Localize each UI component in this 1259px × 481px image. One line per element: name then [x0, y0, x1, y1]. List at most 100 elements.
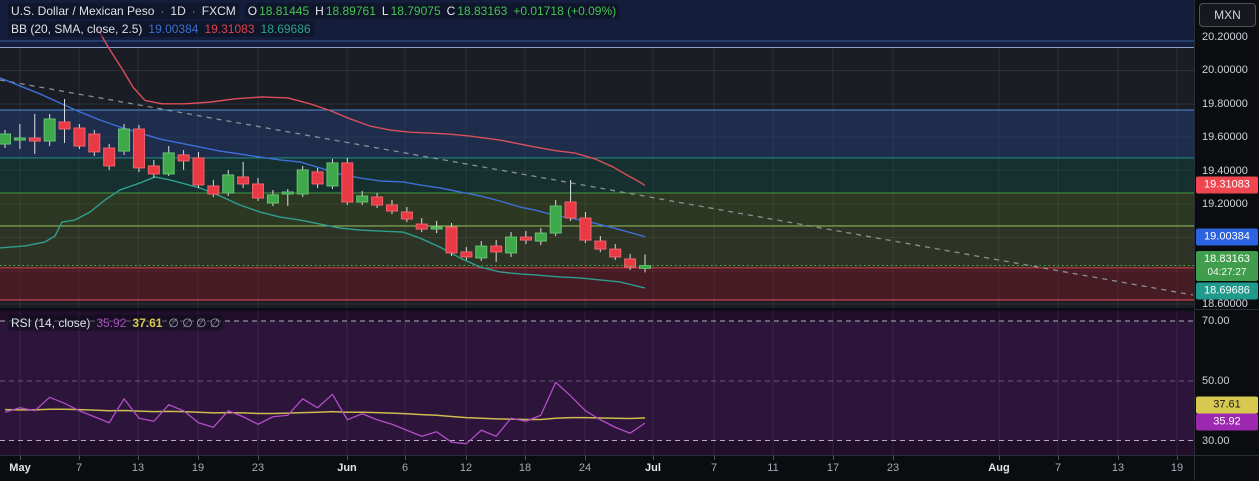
bb-indicator-title[interactable]: BB (20, SMA, close, 2.5)	[11, 22, 142, 36]
time-axis-label: May	[9, 462, 31, 474]
time-axis[interactable]: May 7 13 19 23 Jun 6 12 18 24 Jul 7 11 17 23 Aug 7 13 19	[0, 455, 1194, 481]
time-axis-label: Jul	[645, 462, 661, 474]
candle	[237, 176, 250, 185]
time-axis-tick	[714, 456, 715, 460]
candle	[296, 169, 309, 195]
axis-separator	[1195, 455, 1259, 456]
candle	[192, 157, 205, 186]
rsi-axis-label: 50.00	[1202, 374, 1230, 387]
price-zone	[0, 157, 1194, 193]
chart-pane-area[interactable]: U.S. Dollar / Mexican Peso · 1D · FXCM O…	[0, 0, 1194, 455]
candle	[118, 128, 131, 152]
candle	[103, 147, 116, 167]
time-axis-label: 13	[1111, 462, 1125, 474]
candle	[415, 223, 428, 230]
price-axis-label: 18.60000	[1202, 298, 1248, 311]
time-axis-tick	[466, 456, 467, 460]
time-axis-tick	[20, 456, 21, 460]
candle	[266, 194, 279, 204]
last-price-badge: 18.83163 04:27:27	[1196, 250, 1258, 281]
time-axis-tick	[347, 456, 348, 460]
ohlc-close: C 18.83163	[446, 4, 508, 18]
time-axis-label: 7	[710, 462, 718, 474]
exchange-label[interactable]: FXCM	[202, 4, 236, 18]
time-axis-label: 7	[1054, 462, 1062, 474]
rsi-empty-values: ∅ ∅ ∅ ∅	[168, 316, 221, 330]
time-axis-label: 11	[767, 462, 779, 474]
candle	[475, 245, 488, 259]
ohlc-low: L 18.79075	[381, 4, 441, 18]
bb-indicator-legend: BB (20, SMA, close, 2.5) 19.00384 19.310…	[8, 21, 314, 37]
rsi-indicator-legend: RSI (14, close) 35.92 37.61 ∅ ∅ ∅ ∅	[8, 315, 224, 331]
time-axis-tick	[585, 456, 586, 460]
candle	[490, 245, 503, 253]
candle	[356, 195, 369, 203]
trading-chart-window: U.S. Dollar / Mexican Peso · 1D · FXCM O…	[0, 0, 1259, 481]
price-zone	[0, 109, 1194, 158]
candle	[73, 127, 86, 147]
chart-canvas[interactable]	[0, 0, 1194, 455]
time-axis-tick	[405, 456, 406, 460]
candle	[534, 232, 547, 242]
rsi-indicator-title[interactable]: RSI (14, close)	[11, 316, 90, 330]
candle	[0, 133, 11, 145]
time-axis-label: 6	[401, 462, 409, 474]
price-zone	[0, 267, 1194, 301]
candle	[371, 196, 384, 206]
price-scale[interactable]: MXN 20.20000 20.00000 19.80000 19.60000 19.4…	[1194, 0, 1259, 481]
bb-lower-badge: 18.69686	[1196, 282, 1258, 300]
time-axis-label: 17	[826, 462, 840, 474]
candle	[385, 204, 398, 212]
change-label: +0.01718 (+0.09%)	[513, 4, 617, 18]
time-axis-tick	[258, 456, 259, 460]
countdown-timer: 04:27:27	[1207, 266, 1247, 278]
time-axis-label: 23	[886, 462, 900, 474]
time-axis-tick	[1118, 456, 1119, 460]
interval-label[interactable]: 1D	[170, 4, 185, 18]
candle	[579, 217, 592, 241]
time-axis-label: 19	[191, 462, 205, 474]
time-axis-tick	[79, 456, 80, 460]
time-axis-label: 18	[518, 462, 532, 474]
rsi-axis-label: 70.00	[1202, 315, 1230, 327]
time-axis-label: 12	[459, 462, 473, 474]
rsi-axis-label: 30.00	[1202, 434, 1230, 447]
candle	[177, 154, 190, 162]
time-axis-tick	[653, 456, 654, 460]
legend-separator: ·	[160, 4, 165, 18]
time-axis-label: 19	[1170, 462, 1184, 474]
time-axis-tick	[773, 456, 774, 460]
time-axis-tick	[1058, 456, 1059, 460]
candle	[460, 251, 473, 258]
legend-separator: ·	[191, 4, 196, 18]
candle	[400, 211, 413, 220]
candle	[311, 171, 324, 185]
rsi-ma-badge: 37.61	[1196, 396, 1258, 414]
price-axis-label: 19.80000	[1202, 97, 1248, 110]
candle	[594, 240, 607, 250]
rsi-ma-value: 37.61	[132, 316, 163, 330]
candle	[519, 236, 532, 241]
pane-separator[interactable]	[0, 308, 1194, 311]
candle	[58, 121, 71, 130]
time-axis-label: Aug	[988, 462, 1010, 474]
candle	[609, 248, 622, 258]
price-zone	[0, 192, 1194, 227]
price-axis-label: 20.00000	[1202, 64, 1248, 77]
candle	[326, 162, 339, 187]
price-axis-label: 19.40000	[1202, 164, 1248, 177]
time-axis-label: 13	[131, 462, 145, 474]
candle	[341, 162, 354, 203]
bb-upper-value: 19.31083	[204, 22, 255, 36]
candle	[13, 137, 26, 141]
ohlc-open: O 18.81445	[247, 4, 310, 18]
symbol-title[interactable]: U.S. Dollar / Mexican Peso	[11, 4, 154, 18]
candle	[430, 226, 443, 230]
time-axis-tick	[999, 456, 1000, 460]
time-axis-tick	[833, 456, 834, 460]
time-axis-tick	[893, 456, 894, 460]
currency-toggle-button[interactable]: MXN	[1199, 3, 1256, 27]
candle	[43, 118, 56, 142]
time-axis-label: 7	[75, 462, 83, 474]
bb-upper-badge: 19.31083	[1196, 176, 1258, 194]
